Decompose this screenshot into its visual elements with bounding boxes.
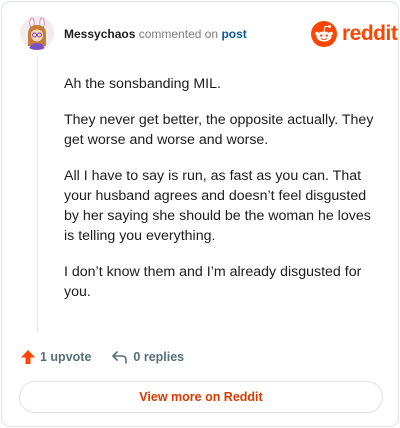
- comment-body: Ah the sonsbanding MIL. They never get b…: [64, 74, 380, 318]
- avatar-icon: [20, 16, 54, 50]
- comment-paragraph: Ah the sonsbanding MIL.: [64, 76, 221, 92]
- upvote-arrow-icon: [21, 350, 35, 364]
- action-text: commented on: [138, 27, 219, 41]
- reddit-wordmark: reddit: [342, 22, 398, 45]
- thread-line: [37, 56, 38, 332]
- user-avatar[interactable]: [20, 16, 54, 50]
- reply-arrow-icon: [112, 351, 128, 364]
- comment-actions: 1 upvote 0 replies: [20, 347, 184, 367]
- view-more-button[interactable]: View more on Reddit: [19, 381, 383, 413]
- comment-header: Messychaos commented on post: [64, 27, 247, 41]
- comment-paragraph: I don’t know them and I’m already disgus…: [64, 264, 362, 300]
- comment-paragraph: All I have to say is run, as fast as you…: [64, 168, 371, 244]
- replies-count: 0 replies: [133, 350, 185, 364]
- username-link[interactable]: Messychaos: [64, 27, 135, 41]
- reddit-snoo-icon: [311, 21, 337, 47]
- comment-paragraph: They never get better, the opposite actu…: [64, 112, 374, 148]
- post-link[interactable]: post: [221, 27, 246, 41]
- upvote-button[interactable]: 1 upvote: [20, 349, 91, 365]
- replies-button[interactable]: 0 replies: [111, 349, 184, 365]
- upvote-count: 1 upvote: [40, 350, 92, 364]
- comment-embed-card: Messychaos commented on post reddit Ah t…: [1, 1, 399, 427]
- reddit-logo[interactable]: reddit: [311, 21, 398, 47]
